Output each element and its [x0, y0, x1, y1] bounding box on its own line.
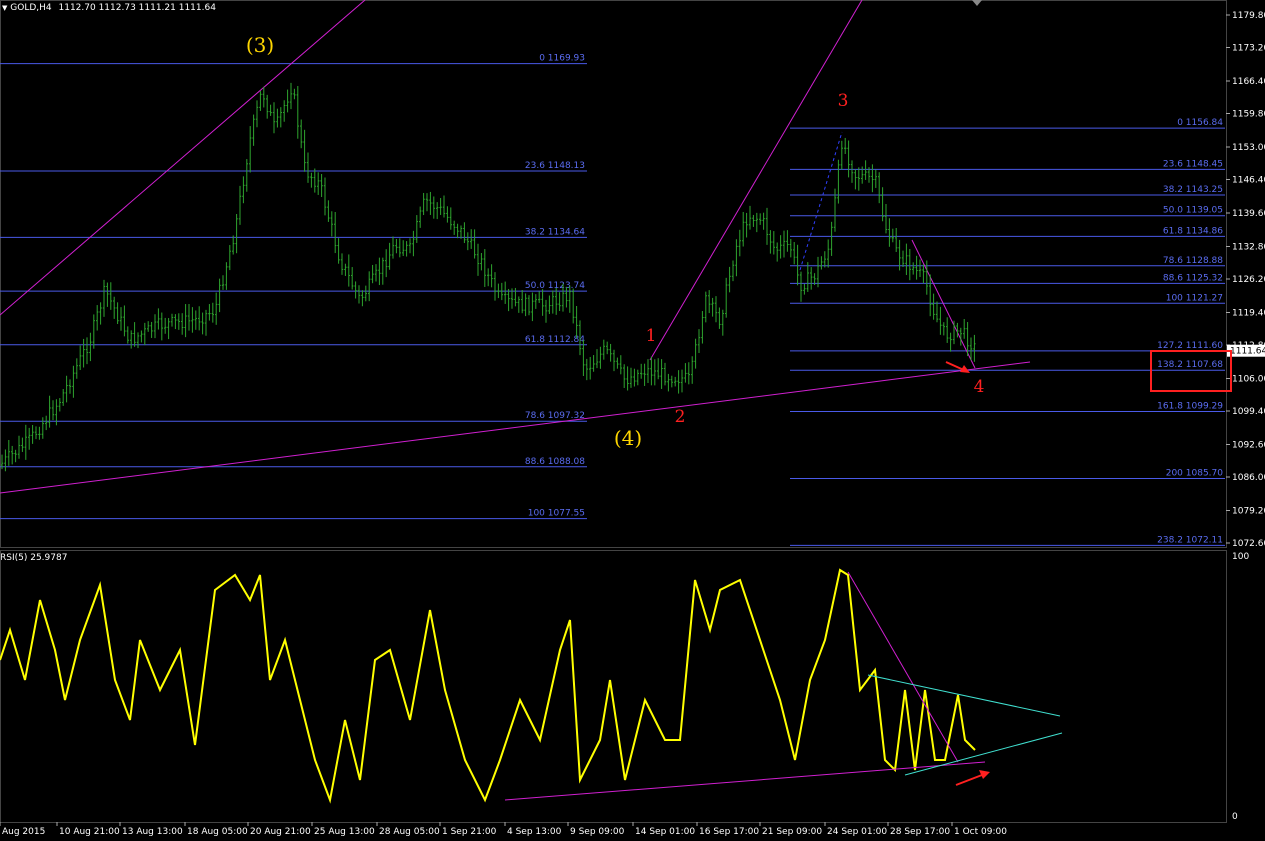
price-tick-label: 1106.00 [1232, 374, 1265, 384]
trend-lines [0, 0, 1031, 494]
rsi-line [0, 568, 976, 804]
highlight-box [1150, 350, 1232, 392]
rsi-indicator [0, 568, 1063, 804]
price-tick-label: 1179.80 [1232, 11, 1265, 21]
price-chart[interactable]: 0 1169.93 23.6 1148.13 38.2 1134.64 50.0 11… [0, 0, 1265, 841]
price-tick-label: 1139.60 [1232, 209, 1265, 219]
price-tick-label: 1079.20 [1232, 506, 1265, 516]
rsi-trend-line [847, 571, 959, 763]
fib-right-label: 0 1156.84 [1177, 118, 1223, 128]
price-axis: 1179.80 1173.20 1166.40 1159.80 1153.00 1146.… [1226, 11, 1265, 822]
price-tick-label: 1166.40 [1232, 77, 1265, 87]
price-tick-label: 1092.60 [1232, 440, 1265, 450]
rsi-axis-label: 0 [1232, 812, 1238, 822]
fib-left-label: 38.2 1134.64 [525, 227, 585, 237]
red-arrow [955, 774, 983, 786]
time-tick-label: 1 Oct 09:00 [954, 827, 1007, 837]
price-tick-label: 1173.20 [1232, 44, 1265, 54]
time-tick-label: 25 Aug 13:00 [314, 827, 375, 837]
fib-right-label: 138.2 1107.68 [1157, 360, 1223, 370]
price-tick-label: 1132.80 [1232, 242, 1265, 252]
price-tick-label: 1086.00 [1232, 473, 1265, 483]
price-tick-label: 1159.80 [1232, 110, 1265, 120]
price-tick-label: 1153.00 [1232, 143, 1265, 153]
fib-right-label: 100 1121.27 [1166, 293, 1223, 303]
scroll-marker-icon [972, 0, 982, 6]
time-tick-label: 28 Sep 17:00 [890, 827, 950, 837]
time-tick-label: 28 Aug 05:00 [379, 827, 440, 837]
fib-left-label: 50.0 1123.74 [525, 281, 585, 291]
wave-label: 3 [838, 91, 849, 111]
candles [0, 82, 976, 472]
fib-right-label: 200 1085.70 [1166, 468, 1224, 478]
price-tick-label: 1126.20 [1232, 275, 1265, 285]
fib-left-label: 100 1077.55 [528, 509, 585, 519]
fib-right-label: 61.8 1134.86 [1163, 226, 1223, 236]
rsi-trend-line [867, 674, 1061, 717]
main-panel-frame [0, 0, 1227, 548]
time-tick-label: 20 Aug 21:00 [250, 827, 311, 837]
fib-right-label: 88.6 1125.32 [1163, 273, 1223, 283]
rsi-panel-frame [0, 550, 1227, 823]
trend-line [0, 0, 366, 316]
price-tick-label: 1072.60 [1232, 539, 1265, 549]
rsi-axis-label: 100 [1232, 552, 1249, 562]
current-price-label: 1111.64 [1230, 347, 1265, 357]
time-tick-label: Aug 2015 [2, 827, 45, 837]
wave-label: 2 [675, 407, 686, 427]
fib-right-label: 238.2 1072.11 [1157, 535, 1223, 545]
trend-line [911, 239, 976, 369]
wave-label: (4) [614, 426, 642, 450]
price-tick-label: 1146.40 [1232, 176, 1265, 186]
time-tick-label: 10 Aug 21:00 [59, 827, 120, 837]
fib-right-label: 161.8 1099.29 [1157, 402, 1223, 412]
rsi-trend-line [904, 732, 1063, 776]
fib-left-label: 23.6 1148.13 [525, 161, 585, 171]
price-tick-label: 1119.40 [1232, 308, 1265, 318]
time-tick-label: 24 Sep 01:00 [827, 827, 887, 837]
fib-right-label: 127.2 1111.60 [1157, 341, 1223, 351]
time-tick-label: 14 Sep 01:00 [635, 827, 695, 837]
time-tick-label: 16 Sep 17:00 [699, 827, 759, 837]
rsi-trend-line [504, 761, 986, 801]
fib-right-label: 23.6 1148.45 [1163, 159, 1223, 169]
wave-label: 1 [646, 326, 657, 346]
fib-levels: 0 1169.93 23.6 1148.13 38.2 1134.64 50.0 11… [0, 54, 1225, 546]
time-axis: Aug 2015 10 Aug 21:00 13 Aug 13:00 18 Aug 0… [0, 822, 1007, 837]
fib-right-label: 38.2 1143.25 [1163, 185, 1223, 195]
wave-label: (3) [246, 33, 274, 57]
trend-line [649, 0, 863, 361]
time-tick-label: 21 Sep 09:00 [762, 827, 822, 837]
time-tick-label: 4 Sep 13:00 [507, 827, 562, 837]
price-tick-label: 1099.40 [1232, 407, 1265, 417]
wave-labels: (3) (4) 1 2 3 4 [246, 33, 985, 450]
fib-left-label: 88.6 1088.08 [525, 457, 585, 467]
time-tick-label: 1 Sep 21:00 [442, 827, 497, 837]
time-tick-label: 18 Aug 05:00 [187, 827, 248, 837]
dashed-wave-line [799, 131, 843, 271]
time-tick-label: 13 Aug 13:00 [122, 827, 183, 837]
wave-label: 4 [974, 377, 985, 397]
fib-right-label: 78.6 1128.88 [1163, 256, 1223, 266]
trend-line [0, 361, 1031, 494]
fib-left-label: 0 1169.93 [539, 54, 585, 64]
time-tick-label: 9 Sep 09:00 [570, 827, 625, 837]
fib-right-label: 50.0 1139.05 [1163, 206, 1223, 216]
